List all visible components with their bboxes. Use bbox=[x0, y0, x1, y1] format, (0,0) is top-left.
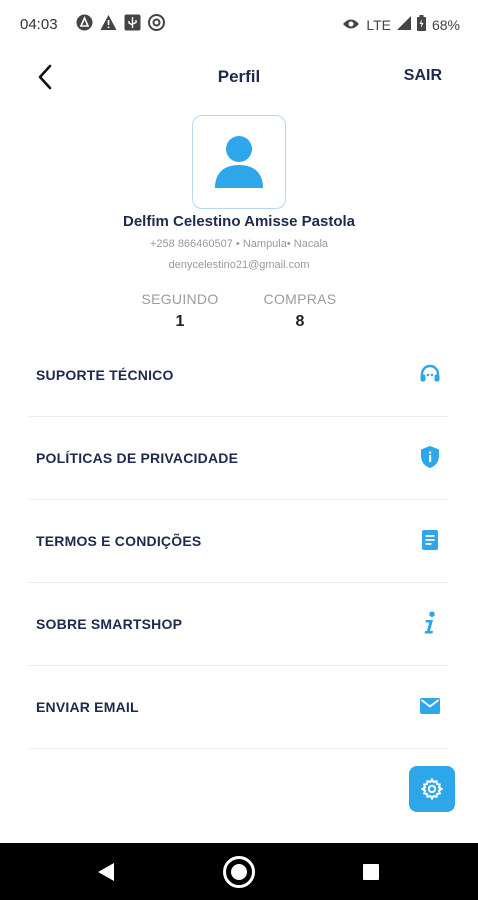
stat-purchases[interactable]: COMPRAS 8 bbox=[240, 291, 360, 331]
system-nav-bar bbox=[0, 843, 478, 900]
stat-purchases-label: COMPRAS bbox=[263, 291, 337, 307]
battery-level: 68% bbox=[431, 16, 460, 33]
document-icon bbox=[418, 528, 442, 552]
settings-button[interactable] bbox=[409, 766, 455, 812]
battery-icon bbox=[416, 15, 426, 34]
info-icon bbox=[418, 611, 442, 635]
triangle-back-icon bbox=[98, 862, 114, 881]
status-bar: 04:03 LTE 68% bbox=[0, 0, 478, 50]
user-phone-location: +258 866460507 • Nampula• Nacala bbox=[149, 238, 329, 250]
square-recents-icon bbox=[363, 863, 379, 880]
usb-icon bbox=[124, 14, 141, 31]
profile-menu: SUPORTE TÉCNICO POLÍTICAS DE PRIVACIDADE… bbox=[28, 334, 448, 749]
stat-purchases-value: 8 bbox=[295, 313, 305, 330]
home-circle-icon bbox=[223, 855, 255, 888]
menu-item-email[interactable]: ENVIAR EMAIL bbox=[28, 666, 448, 749]
menu-item-label: SOBRE SMARTSHOP bbox=[36, 616, 183, 632]
network-type: LTE bbox=[366, 16, 391, 33]
shield-info-icon bbox=[418, 445, 442, 469]
mail-icon bbox=[418, 694, 442, 718]
menu-item-privacy[interactable]: POLÍTICAS DE PRIVACIDADE bbox=[28, 417, 448, 500]
user-email: denycelestino21@gmail.com bbox=[168, 259, 310, 271]
menu-item-label: SUPORTE TÉCNICO bbox=[36, 367, 174, 383]
gear-icon bbox=[420, 777, 444, 801]
user-icon bbox=[215, 136, 263, 188]
menu-item-label: POLÍTICAS DE PRIVACIDADE bbox=[36, 450, 239, 466]
stat-following-value: 1 bbox=[175, 313, 185, 330]
eye-icon bbox=[342, 17, 360, 33]
user-name: Delfim Celestino Amisse Pastola bbox=[122, 213, 356, 230]
nav-back-button[interactable] bbox=[76, 843, 136, 900]
stat-following[interactable]: SEGUINDO 1 bbox=[120, 291, 240, 331]
avatar[interactable] bbox=[192, 115, 286, 209]
menu-item-label: ENVIAR EMAIL bbox=[36, 699, 139, 715]
stat-following-label: SEGUINDO bbox=[141, 291, 219, 307]
data-saver-icon bbox=[148, 14, 165, 31]
status-time: 04:03 bbox=[20, 16, 58, 33]
signal-icon bbox=[396, 16, 411, 33]
app-header: Perfil SAIR bbox=[0, 52, 478, 102]
menu-item-about[interactable]: SOBRE SMARTSHOP bbox=[28, 583, 448, 666]
warning-icon bbox=[100, 14, 117, 31]
headset-icon bbox=[418, 362, 442, 386]
menu-item-support[interactable]: SUPORTE TÉCNICO bbox=[28, 334, 448, 417]
menu-item-terms[interactable]: TERMOS E CONDIÇÕES bbox=[28, 500, 448, 583]
nav-recents-button[interactable] bbox=[341, 843, 401, 900]
nav-home-button[interactable] bbox=[209, 843, 269, 900]
menu-item-label: TERMOS E CONDIÇÕES bbox=[36, 533, 202, 549]
logout-button[interactable]: SAIR bbox=[404, 67, 442, 85]
app-notification-icon bbox=[76, 14, 93, 31]
